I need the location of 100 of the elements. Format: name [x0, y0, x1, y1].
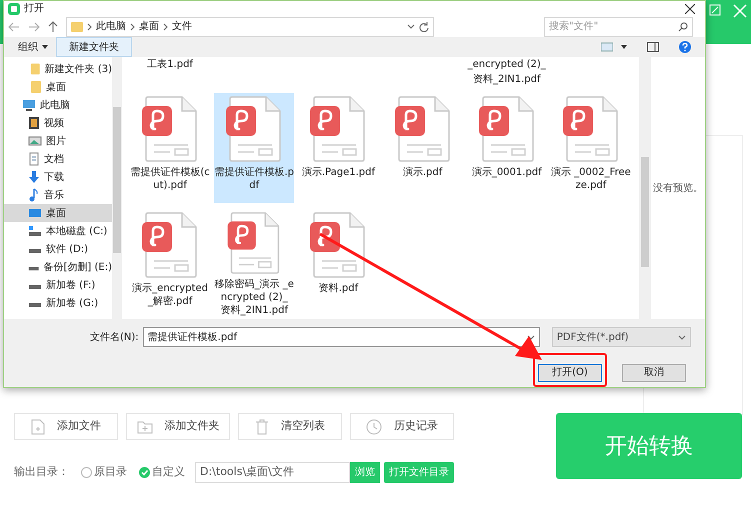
action-button[interactable]: 历史记录 [350, 413, 454, 440]
preview-pane-icon[interactable] [647, 42, 659, 52]
file-name[interactable]: 工表1.pdf [130, 57, 210, 89]
scrollbar-thumb[interactable] [641, 157, 649, 267]
pdf-file-icon [142, 96, 198, 162]
nav-item[interactable]: 视频 [4, 114, 112, 132]
dialog-button[interactable]: 打开(O) [538, 364, 602, 382]
filename-label: 文件名(N): [90, 330, 139, 344]
folder-icon [30, 62, 41, 76]
nav-item[interactable]: 本地磁盘 (C:) [4, 222, 112, 240]
breadcrumb-item[interactable]: 文件 [172, 19, 192, 34]
organize-button[interactable]: 组织 [18, 40, 48, 54]
scrollbar-thumb[interactable] [113, 107, 121, 253]
no-preview-text: 没有预览。 [653, 182, 703, 196]
pdf-file-icon [562, 96, 619, 162]
view-icon[interactable] [601, 42, 613, 52]
file-item[interactable]: 演示.Page1.pdf [298, 93, 378, 203]
up-arrow-icon[interactable] [48, 20, 58, 32]
nav-label: 新建文件夹 (3) [44, 62, 112, 76]
nav-label: 软件 (D:) [46, 242, 88, 256]
nav-label: 桌面 [46, 206, 66, 220]
radio-option[interactable]: 自定义 [139, 464, 185, 481]
output-path-field[interactable]: D:\tools\桌面\文件 [195, 462, 350, 483]
desktop-icon [28, 207, 42, 219]
dialog-button[interactable]: 取消 [622, 364, 686, 382]
nav-label: 音乐 [44, 188, 64, 202]
file-item[interactable]: 需提供证件模板.pdf [214, 93, 294, 203]
nav-item[interactable]: 桌面 [4, 78, 112, 96]
add-file-icon [31, 418, 45, 434]
help-icon[interactable] [679, 41, 691, 53]
nav-label: 桌面 [46, 80, 66, 94]
nav-item[interactable]: 此电脑 [4, 96, 112, 114]
search-icon [678, 22, 688, 32]
nav-item[interactable]: 软件 (D:) [4, 240, 112, 258]
pdf-file-icon [478, 96, 535, 162]
file-item[interactable]: 演示_encrypted_解密.pdf [130, 209, 210, 319]
nav-label: 新加卷 (G:) [46, 296, 98, 310]
file-item[interactable]: 移除密码_演示 _encrypted (2)_ 资料_2IN1.pdf [214, 209, 294, 319]
action-button[interactable]: 清空列表 [238, 413, 342, 440]
refresh-icon[interactable] [419, 22, 429, 32]
breadcrumb-item[interactable]: 桌面 [139, 19, 159, 34]
nav-item[interactable]: 音乐 [4, 186, 112, 204]
pdf-file-icon [394, 96, 451, 162]
file-item[interactable]: 演示.pdf [382, 93, 463, 203]
nav-label: 下载 [44, 170, 64, 184]
window-title: 打开 [24, 2, 44, 16]
picture-icon [28, 135, 42, 147]
nav-label: 本地磁盘 (C:) [46, 224, 108, 238]
nav-item[interactable]: 新建文件夹 (3) [4, 60, 112, 78]
document-icon [28, 152, 40, 166]
close-icon[interactable] [685, 4, 695, 14]
chevron-down-icon[interactable] [407, 24, 415, 29]
breadcrumb-item[interactable]: 此电脑 [96, 19, 126, 34]
folder-icon [71, 22, 83, 32]
output-label: 输出目录： [14, 464, 69, 480]
chevron-icon [87, 22, 92, 30]
pdf-file-icon [310, 96, 366, 162]
nav-label: 文档 [44, 152, 64, 166]
back-arrow-icon[interactable] [8, 22, 20, 32]
nav-item[interactable]: 文档 [4, 150, 112, 168]
drive-icon [28, 225, 42, 237]
clock-icon [366, 418, 382, 434]
nav-label: 此电脑 [40, 98, 70, 112]
nav-label: 备份[勿删] (E:) [44, 260, 112, 274]
filetype-dropdown[interactable]: PDF文件(*.pdf) [552, 327, 691, 347]
filename-field[interactable]: 需提供证件模板.pdf [142, 327, 540, 347]
nav-item[interactable]: 图片 [4, 132, 112, 150]
pdf-file-icon [142, 212, 198, 278]
file-item[interactable]: 演示_0001.pdf [466, 93, 547, 203]
computer-icon [22, 99, 36, 111]
film-icon [28, 116, 40, 130]
action-button[interactable]: 添加文件夹 [126, 413, 230, 440]
pdf-file-icon [310, 212, 366, 278]
sidebar-scrollbar[interactable] [112, 57, 122, 319]
action-button[interactable]: 添加文件 [14, 413, 118, 440]
chevron-icon [163, 22, 168, 30]
maximize-icon[interactable] [709, 4, 721, 16]
radio-option[interactable]: 原目录 [81, 464, 127, 481]
file-item[interactable]: 演示 _0002_Freeze.pdf [550, 93, 631, 203]
forward-arrow-icon[interactable] [28, 22, 40, 32]
music-note-icon [28, 188, 40, 202]
file-item[interactable]: 资料.pdf [298, 209, 378, 319]
file-name[interactable]: _encrypted (2)_ 资料_2IN1.pdf [466, 57, 547, 89]
nav-item[interactable]: 新加卷 (G:) [4, 294, 112, 312]
nav-label: 图片 [46, 134, 66, 148]
address-bar[interactable]: 此电脑 桌面 文件 [66, 16, 434, 36]
nav-label: 新加卷 (F:) [46, 278, 96, 292]
file-item[interactable]: 需提供证件模板(cut).pdf [130, 93, 210, 203]
nav-item[interactable]: 新加卷 (F:) [4, 276, 112, 294]
new-folder-button[interactable]: 新建文件夹 [56, 37, 132, 57]
down-arrow-icon [28, 170, 40, 184]
add-folder-icon [136, 420, 152, 434]
nav-label: 视频 [44, 116, 64, 130]
pdf-file-icon [226, 96, 282, 162]
nav-item[interactable]: 下载 [4, 168, 112, 186]
chevron-down-icon [678, 334, 686, 340]
chevron-icon [130, 22, 135, 30]
trash-icon [255, 418, 269, 434]
nav-item[interactable]: 备份[勿删] (E:) [4, 258, 112, 276]
nav-item[interactable]: 桌面 [4, 204, 112, 222]
